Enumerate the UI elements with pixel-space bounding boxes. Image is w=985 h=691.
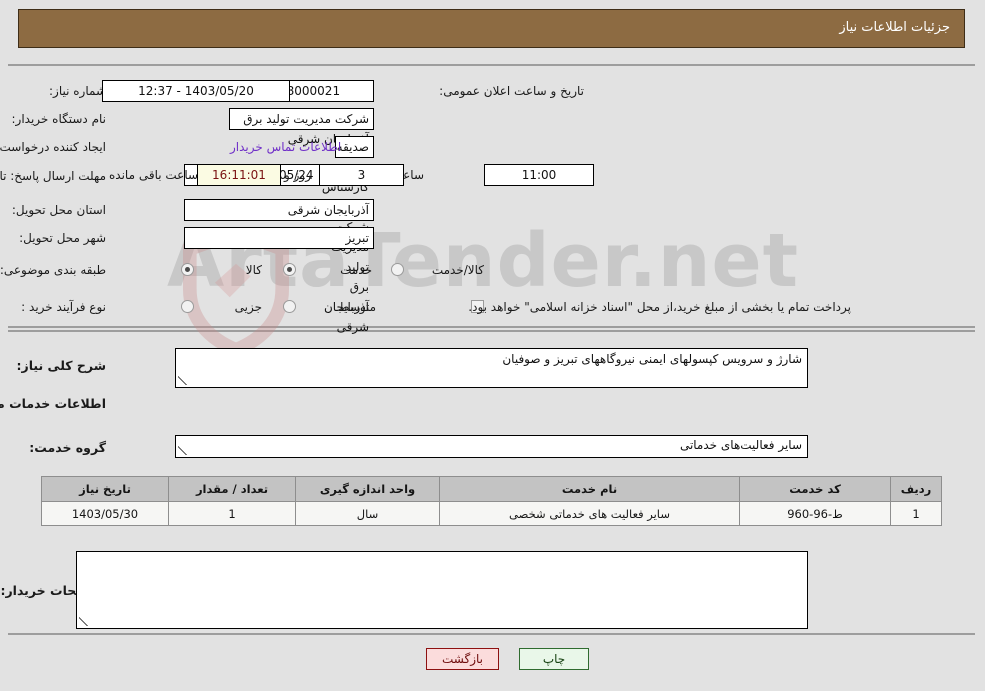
- province-value: آذربایجان شرقی: [185, 199, 375, 221]
- days-remaining-value: 3: [320, 164, 405, 186]
- cell-service-name: سایر فعالیت های خدماتی شخصی: [440, 501, 741, 526]
- province-label: استان محل تحویل:: [12, 203, 107, 217]
- buyer-notes-textarea[interactable]: [77, 551, 809, 629]
- buyer-org-value: شرکت مدیریت تولید برق آذربایجان شرقی: [230, 108, 375, 146]
- col-unit: واحد اندازه گیری: [296, 476, 441, 502]
- hours-remaining-label: ساعت باقی مانده: [110, 168, 200, 182]
- cell-quantity: 1: [169, 501, 297, 526]
- table-row: 1 ط-96-960 سایر فعالیت های خدماتی شخصی س…: [42, 501, 943, 526]
- radio-category-kala-label: کالا: [246, 263, 263, 277]
- radio-category-khedmat-label: خدمت: [341, 263, 373, 277]
- cell-need-date: 1403/05/30: [42, 501, 170, 526]
- back-button[interactable]: بازگشت: [427, 648, 500, 670]
- cell-row-no: 1: [891, 501, 943, 526]
- cell-service-code: ط-96-960: [740, 501, 892, 526]
- service-group-label: گروه خدمت:: [30, 440, 107, 455]
- deadline-label: مهلت ارسال پاسخ: تا تاریخ:: [0, 169, 107, 183]
- services-table: ردیف کد خدمت نام خدمت واحد اندازه گیری ت…: [42, 476, 943, 526]
- city-value: تبریز: [185, 227, 375, 249]
- buyer-contact-link[interactable]: اطلاعات تماس خریدار: [231, 140, 342, 154]
- deadline-time-value: 11:00: [485, 164, 595, 186]
- window-titlebar: جزئیات اطلاعات نیاز: [19, 9, 966, 48]
- announce-datetime-label: تاریخ و ساعت اعلان عمومی:: [440, 84, 585, 98]
- need-desc-label: شرح کلی نیاز:: [17, 358, 107, 373]
- radio-category-kala-khedmat-label: کالا/خدمت: [432, 263, 485, 277]
- page-title: جزئیات اطلاعات نیاز: [840, 20, 951, 35]
- col-row-no: ردیف: [891, 476, 943, 502]
- cell-unit: سال: [296, 501, 441, 526]
- process-label: نوع فرآیند خرید :: [22, 300, 107, 314]
- need-summary-panel: [9, 64, 976, 328]
- service-group-value[interactable]: سایر فعالیت‌های خدماتی: [176, 435, 809, 458]
- category-label: طبقه بندی موضوعی:: [0, 263, 107, 277]
- buyer-org-label: نام دستگاه خریدار:: [12, 112, 108, 126]
- city-label: شهر محل تحویل:: [20, 231, 107, 245]
- col-need-date: تاریخ نیاز: [42, 476, 170, 502]
- print-button[interactable]: چاپ: [520, 648, 590, 670]
- need-number-label: شماره نیاز:: [50, 84, 107, 98]
- table-header-row: ردیف کد خدمت نام خدمت واحد اندازه گیری ت…: [42, 476, 943, 502]
- services-section-title: اطلاعات خدمات مورد نیاز: [0, 396, 107, 411]
- radio-category-kala-khedmat[interactable]: [392, 263, 405, 276]
- requester-label: ایجاد کننده درخواست:: [0, 140, 107, 154]
- col-service-name: نام خدمت: [440, 476, 741, 502]
- days-label: روز و: [285, 168, 312, 182]
- radio-category-kala[interactable]: [182, 263, 195, 276]
- col-service-code: کد خدمت: [740, 476, 892, 502]
- announce-datetime-value: 1403/05/20 - 12:37: [103, 80, 291, 102]
- treasury-docs-note: پرداخت تمام یا بخشی از مبلغ خرید،از محل …: [469, 300, 852, 314]
- col-quantity: تعداد / مقدار: [169, 476, 297, 502]
- radio-category-khedmat[interactable]: [284, 263, 297, 276]
- countdown-timer: 16:11:01: [198, 164, 282, 186]
- need-desc-textarea[interactable]: شارژ و سرویس کپسولهای ایمنی نیروگاههای ت…: [176, 348, 809, 388]
